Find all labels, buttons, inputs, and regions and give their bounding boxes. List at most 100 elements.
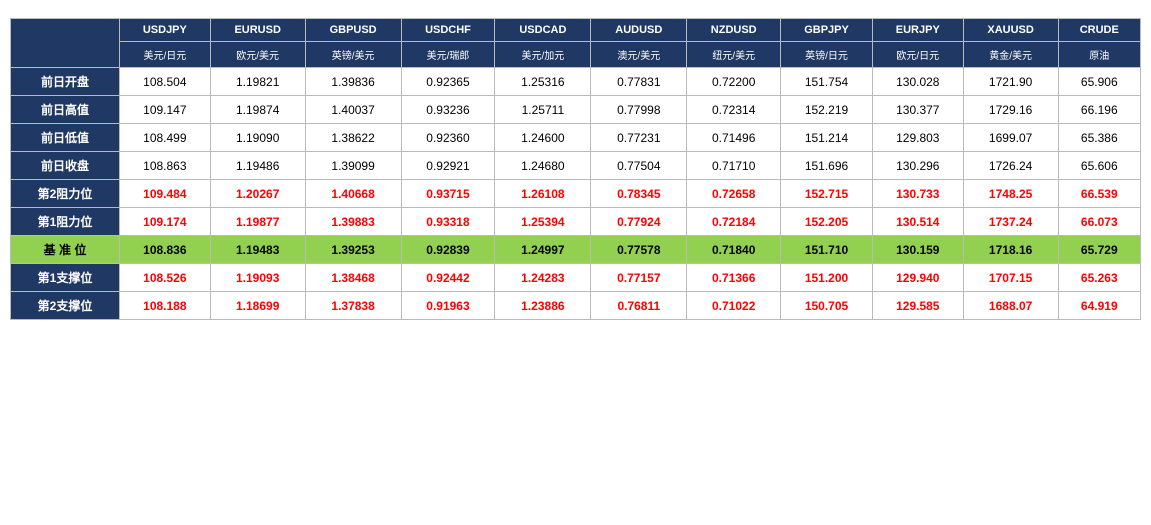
cell-1-2: 1.40037	[305, 96, 401, 124]
cell-0-3: 0.92365	[401, 68, 495, 96]
data-table: USDJPYEURUSDGBPUSDUSDCHFUSDCADAUDUSDNZDU…	[10, 18, 1141, 320]
cell-4-4: 1.26108	[495, 180, 591, 208]
cell-4-8: 130.733	[872, 180, 963, 208]
cell-4-3: 0.93715	[401, 180, 495, 208]
cell-1-1: 1.19874	[210, 96, 305, 124]
col-header-AUDUSD: AUDUSD	[591, 19, 687, 42]
table-row: 第1支撑位108.5261.190931.384680.924421.24283…	[11, 264, 1141, 292]
cell-1-10: 66.196	[1058, 96, 1140, 124]
col-header-USDCAD: USDCAD	[495, 19, 591, 42]
row-label-0: 前日开盘	[11, 68, 120, 96]
table-row: 前日低值108.4991.190901.386220.923601.246000…	[11, 124, 1141, 152]
table-row: 第2支撑位108.1881.186991.378380.919631.23886…	[11, 292, 1141, 320]
row-label-3: 前日收盘	[11, 152, 120, 180]
cell-7-0: 108.526	[119, 264, 210, 292]
table-row: 第2阻力位109.4841.202671.406680.937151.26108…	[11, 180, 1141, 208]
col-sub-USDCAD: 美元/加元	[495, 42, 591, 68]
cell-2-4: 1.24600	[495, 124, 591, 152]
cell-7-5: 0.77157	[591, 264, 687, 292]
cell-5-6: 0.72184	[687, 208, 781, 236]
row-label-2: 前日低值	[11, 124, 120, 152]
row-label-4: 第2阻力位	[11, 180, 120, 208]
cell-5-8: 130.514	[872, 208, 963, 236]
col-header-NZDUSD: NZDUSD	[687, 19, 781, 42]
cell-2-3: 0.92360	[401, 124, 495, 152]
cell-3-0: 108.863	[119, 152, 210, 180]
col-header-EURUSD: EURUSD	[210, 19, 305, 42]
cell-0-9: 1721.90	[963, 68, 1058, 96]
cell-8-1: 1.18699	[210, 292, 305, 320]
col-sub-GBPJPY: 英镑/日元	[781, 42, 873, 68]
col-header-XAUUSD: XAUUSD	[963, 19, 1058, 42]
cell-3-2: 1.39099	[305, 152, 401, 180]
cell-5-3: 0.93318	[401, 208, 495, 236]
cell-5-5: 0.77924	[591, 208, 687, 236]
cell-7-4: 1.24283	[495, 264, 591, 292]
cell-8-0: 108.188	[119, 292, 210, 320]
row-label-8: 第2支撑位	[11, 292, 120, 320]
cell-8-7: 150.705	[781, 292, 873, 320]
cell-7-3: 0.92442	[401, 264, 495, 292]
cell-3-10: 65.606	[1058, 152, 1140, 180]
cell-8-2: 1.37838	[305, 292, 401, 320]
cell-2-2: 1.38622	[305, 124, 401, 152]
cell-7-10: 65.263	[1058, 264, 1140, 292]
cell-6-10: 65.729	[1058, 236, 1140, 264]
cell-2-5: 0.77231	[591, 124, 687, 152]
cell-1-7: 152.219	[781, 96, 873, 124]
row-label-7: 第1支撑位	[11, 264, 120, 292]
cell-8-3: 0.91963	[401, 292, 495, 320]
cell-3-7: 151.696	[781, 152, 873, 180]
cell-4-2: 1.40668	[305, 180, 401, 208]
col-sub-EURJPY: 欧元/日元	[872, 42, 963, 68]
cell-4-6: 0.72658	[687, 180, 781, 208]
cell-6-8: 130.159	[872, 236, 963, 264]
cell-0-8: 130.028	[872, 68, 963, 96]
cell-0-7: 151.754	[781, 68, 873, 96]
category-header	[11, 19, 120, 68]
cell-4-9: 1748.25	[963, 180, 1058, 208]
cell-5-1: 1.19877	[210, 208, 305, 236]
cell-0-6: 0.72200	[687, 68, 781, 96]
cell-0-1: 1.19821	[210, 68, 305, 96]
cell-8-4: 1.23886	[495, 292, 591, 320]
cell-5-4: 1.25394	[495, 208, 591, 236]
row-label-6: 基 准 位	[11, 236, 120, 264]
cell-7-6: 0.71366	[687, 264, 781, 292]
cell-5-7: 152.205	[781, 208, 873, 236]
cell-4-0: 109.484	[119, 180, 210, 208]
table-row: 前日收盘108.8631.194861.390990.929211.246800…	[11, 152, 1141, 180]
cell-7-2: 1.38468	[305, 264, 401, 292]
cell-1-0: 109.147	[119, 96, 210, 124]
cell-8-8: 129.585	[872, 292, 963, 320]
cell-6-5: 0.77578	[591, 236, 687, 264]
table-row: 第1阻力位109.1741.198771.398830.933181.25394…	[11, 208, 1141, 236]
cell-2-7: 151.214	[781, 124, 873, 152]
cell-2-8: 129.803	[872, 124, 963, 152]
col-sub-CRUDE: 原油	[1058, 42, 1140, 68]
col-header-GBPJPY: GBPJPY	[781, 19, 873, 42]
cell-4-5: 0.78345	[591, 180, 687, 208]
cell-7-1: 1.19093	[210, 264, 305, 292]
col-sub-USDCHF: 美元/瑞郎	[401, 42, 495, 68]
cell-3-9: 1726.24	[963, 152, 1058, 180]
cell-6-0: 108.836	[119, 236, 210, 264]
row-label-1: 前日高值	[11, 96, 120, 124]
cell-6-1: 1.19483	[210, 236, 305, 264]
cell-7-8: 129.940	[872, 264, 963, 292]
cell-6-3: 0.92839	[401, 236, 495, 264]
cell-4-1: 1.20267	[210, 180, 305, 208]
cell-2-0: 108.499	[119, 124, 210, 152]
cell-8-6: 0.71022	[687, 292, 781, 320]
cell-1-9: 1729.16	[963, 96, 1058, 124]
col-header-CRUDE: CRUDE	[1058, 19, 1140, 42]
row-label-5: 第1阻力位	[11, 208, 120, 236]
cell-6-7: 151.710	[781, 236, 873, 264]
table-row: 前日开盘108.5041.198211.398360.923651.253160…	[11, 68, 1141, 96]
cell-1-4: 1.25711	[495, 96, 591, 124]
col-sub-NZDUSD: 纽元/美元	[687, 42, 781, 68]
col-sub-AUDUSD: 澳元/美元	[591, 42, 687, 68]
table-row: 前日高值109.1471.198741.400370.932361.257110…	[11, 96, 1141, 124]
col-header-USDJPY: USDJPY	[119, 19, 210, 42]
cell-1-3: 0.93236	[401, 96, 495, 124]
